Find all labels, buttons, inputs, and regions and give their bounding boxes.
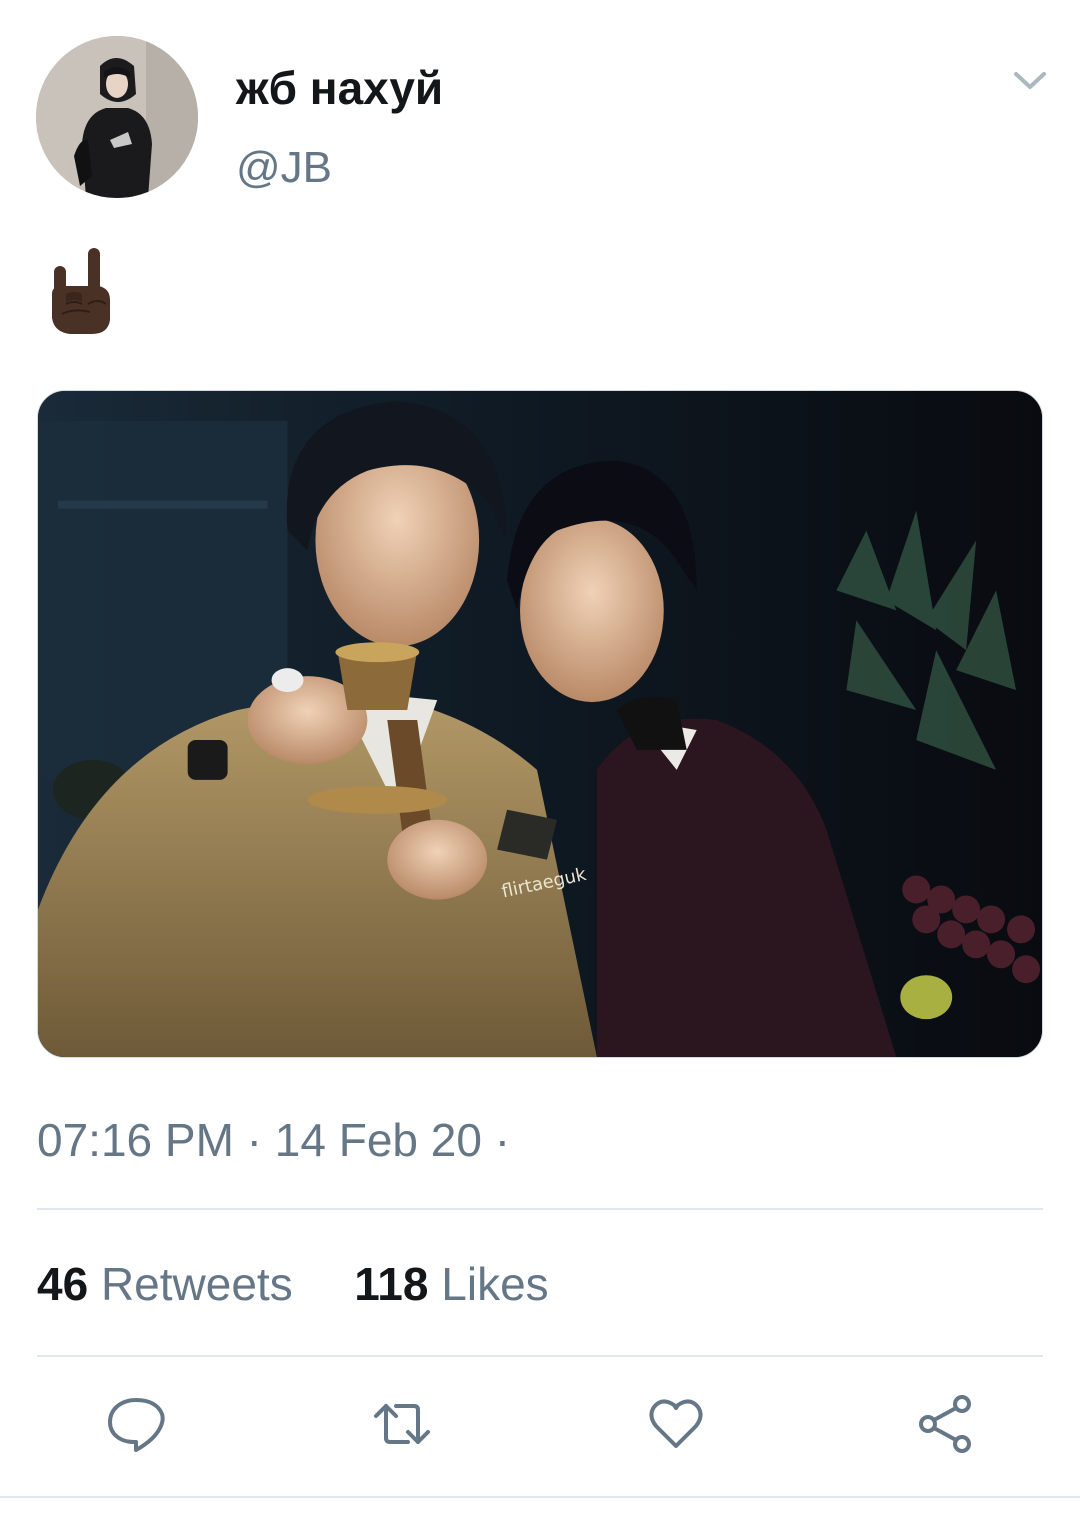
retweets-label[interactable]: Retweets: [101, 1258, 293, 1310]
tweet-text: [40, 238, 160, 348]
likes-label[interactable]: Likes: [441, 1258, 548, 1310]
tweet-stats: 46 Retweets 118 Likes: [37, 1254, 549, 1314]
likes-count[interactable]: 118: [354, 1258, 428, 1310]
share-icon: [919, 1395, 971, 1453]
retweets-count[interactable]: 46: [37, 1258, 88, 1310]
like-icon: [649, 1399, 703, 1448]
chevron-down-icon[interactable]: [1008, 60, 1052, 100]
tweet-media-image[interactable]: flirtaeguk: [37, 390, 1043, 1058]
retweet-icon: [374, 1404, 430, 1444]
share-button[interactable]: [916, 1394, 976, 1454]
divider: [37, 1355, 1043, 1357]
divider: [0, 1496, 1080, 1498]
reply-icon: [108, 1398, 165, 1452]
tweet-detail: жб нахуй @JB flirtaeguk 07:16 PM · 14 Fe…: [0, 0, 1080, 1516]
display-name[interactable]: жб нахуй: [236, 58, 443, 118]
tweet-timestamp[interactable]: 07:16 PM · 14 Feb 20 ·: [37, 1112, 510, 1168]
avatar[interactable]: [36, 36, 198, 198]
divider: [37, 1208, 1043, 1210]
user-handle[interactable]: @JB: [236, 138, 332, 198]
like-button[interactable]: [646, 1394, 706, 1454]
reply-button[interactable]: [106, 1394, 166, 1454]
avatar-photo: [36, 36, 198, 198]
retweet-button[interactable]: [372, 1394, 432, 1454]
sign-of-the-horns-emoji: [52, 248, 110, 334]
media-photo: flirtaeguk: [38, 391, 1042, 1057]
